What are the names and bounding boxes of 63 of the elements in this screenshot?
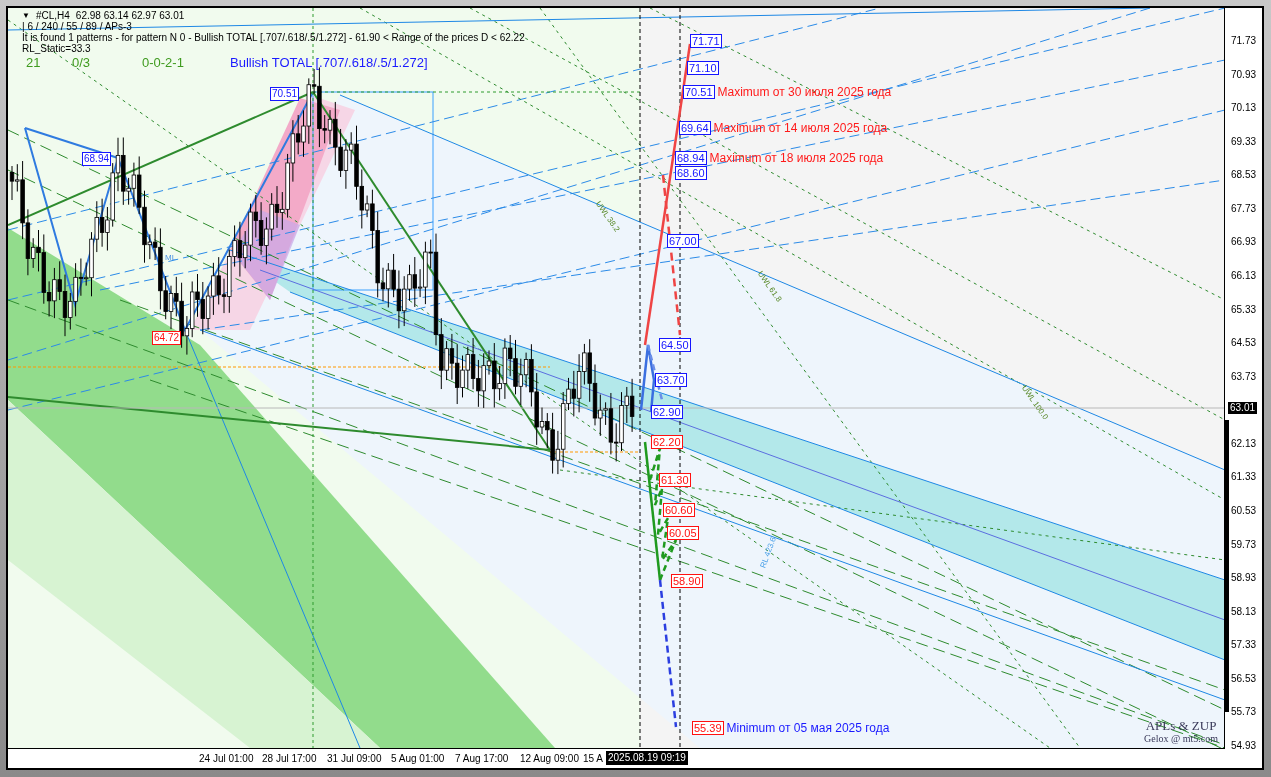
line-level-label: RL 423.6 [758, 535, 778, 570]
price-axis-label: 70.13 [1231, 102, 1257, 115]
target-price-label: 71.10 [687, 61, 719, 75]
time-axis-label: 24 Jul 01:00 [199, 753, 254, 765]
price-axis-label: 60.53 [1231, 504, 1257, 517]
price-axis-label: 67.73 [1231, 202, 1257, 215]
time-axis-label: 31 Jul 09:00 [327, 753, 382, 765]
ohlc-values: 62.98 63.14 62.97 63.01 [75, 10, 185, 21]
price-axis-label: 56.53 [1231, 672, 1257, 685]
pattern-point-label: 70.51 [270, 87, 300, 101]
time-axis-label: 28 Jul 17:00 [262, 753, 317, 765]
time-axis-label: 7 Aug 17:00 [455, 753, 509, 765]
target-price-label: 69.64 [679, 121, 711, 135]
target-price-label: 58.90 [671, 574, 703, 588]
price-axis-label: 70.93 [1231, 68, 1257, 81]
price-axis-label: 66.93 [1231, 236, 1257, 249]
target-price-label: 62.90 [651, 405, 683, 419]
price-axis-label: 61.33 [1231, 471, 1257, 484]
pattern-stat: 0/3 [72, 55, 92, 71]
current-price-label: 63.01 [1228, 402, 1258, 414]
target-price-label: 68.94 [675, 151, 707, 165]
target-price-label: 68.60 [675, 166, 707, 180]
cursor-time-label: 2025.08.19 09:19 [606, 751, 688, 765]
target-price-label: 71.71 [690, 34, 722, 48]
target-price-label: 70.51 [683, 85, 715, 99]
target-price-label: 60.60 [663, 503, 695, 517]
price-axis-label: 64.53 [1231, 337, 1257, 350]
target-price-label: 60.05 [667, 526, 699, 540]
static-value: RL_Static=33.3 [22, 43, 91, 54]
target-price-label: 64.50 [659, 338, 691, 352]
price-axis-label: 69.33 [1231, 135, 1257, 148]
price-axis-label: 62.13 [1231, 437, 1257, 450]
price-axis-label: 66.13 [1231, 270, 1257, 282]
pattern-stat: 0-0-2-1 [142, 55, 185, 71]
price-axis-label: 68.53 [1231, 169, 1257, 182]
target-note: Maximum от 18 июля 2025 года [709, 151, 884, 165]
price-axis-label: 58.93 [1231, 572, 1257, 585]
price-axis-label: 55.73 [1231, 706, 1257, 719]
pattern-name: Bullish TOTAL [.707/.618/.5/1.272] [230, 55, 428, 71]
collapse-caret-icon[interactable]: ▼ [22, 10, 30, 21]
target-note: Maximum от 14 июля 2025 года [713, 121, 888, 135]
pattern-stat: 21 [25, 55, 42, 71]
price-axis-label: 65.33 [1231, 303, 1257, 316]
symbol-label: #CL,H4 [35, 10, 70, 21]
price-axis-label: 54.93 [1231, 739, 1257, 752]
price-axis-label: 59.73 [1231, 538, 1257, 551]
price-axis-label: 57.33 [1231, 639, 1257, 652]
target-price-label: 67.00 [667, 234, 699, 248]
time-axis-label: 15 A [583, 753, 604, 765]
line-level-label: ML [165, 253, 177, 262]
time-axis-label: 5 Aug 01:00 [391, 753, 445, 765]
target-price-label: 62.20 [651, 435, 683, 449]
target-price-label: 55.39 [692, 721, 724, 735]
target-price-label: 61.30 [659, 473, 691, 487]
pattern-message: It is found 1 patterns - for pattern N 0 - Bullish TOTAL [.707/.618/.5/1.272] - 61.90 < Range of the prices D < 62.22 [22, 32, 525, 43]
target-note: Minimum от 05 мая 2025 года [726, 721, 890, 735]
target-price-label: 63.70 [655, 373, 687, 387]
price-axis-label: 58.13 [1231, 605, 1257, 618]
time-axis-label: 12 Aug 09:00 [520, 753, 579, 765]
price-axis-label: 71.73 [1231, 35, 1257, 47]
price-axis-label: 63.73 [1231, 370, 1257, 383]
pattern-point-label: 64.72 [152, 331, 182, 345]
pattern-point-label: 68.94 [82, 152, 112, 166]
